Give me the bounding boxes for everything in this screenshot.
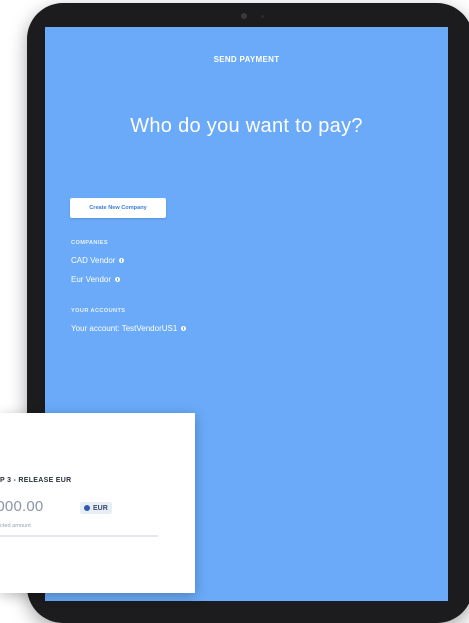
main-heading: Who do you want to pay? — [130, 115, 363, 137]
camera-icon — [241, 13, 247, 19]
company-name: Eur Vendor — [71, 275, 112, 284]
info-icon[interactable] — [181, 326, 187, 331]
amount-value: ,000.00 — [0, 498, 44, 515]
company-item-cad-vendor[interactable]: CAD Vendor — [71, 256, 125, 265]
sensor-dot — [261, 15, 264, 18]
currency-badge: EUR — [80, 502, 112, 514]
company-item-eur-vendor[interactable]: Eur Vendor — [71, 275, 121, 284]
company-name: CAD Vendor — [71, 256, 116, 265]
account-name: Your account: TestVendorUS1 — [71, 324, 178, 333]
info-icon[interactable] — [115, 277, 121, 282]
info-icon[interactable] — [119, 258, 125, 263]
create-company-button[interactable]: Create New Company — [70, 198, 166, 218]
eu-flag-icon — [84, 505, 90, 511]
release-step-card: P 3 - RELEASE EUR ,000.00 EUR cted amoun… — [0, 413, 195, 593]
amount-caption: cted amount — [0, 523, 31, 529]
page-title: SEND PAYMENT — [213, 55, 280, 64]
account-item-testvendorus1[interactable]: Your account: TestVendorUS1 — [71, 324, 187, 333]
step-title: P 3 - RELEASE EUR — [0, 477, 72, 484]
progress-track — [0, 535, 158, 537]
currency-code: EUR — [93, 504, 108, 512]
companies-section-label: COMPANIES — [71, 240, 109, 246]
accounts-section-label: YOUR ACCOUNTS — [71, 308, 126, 314]
